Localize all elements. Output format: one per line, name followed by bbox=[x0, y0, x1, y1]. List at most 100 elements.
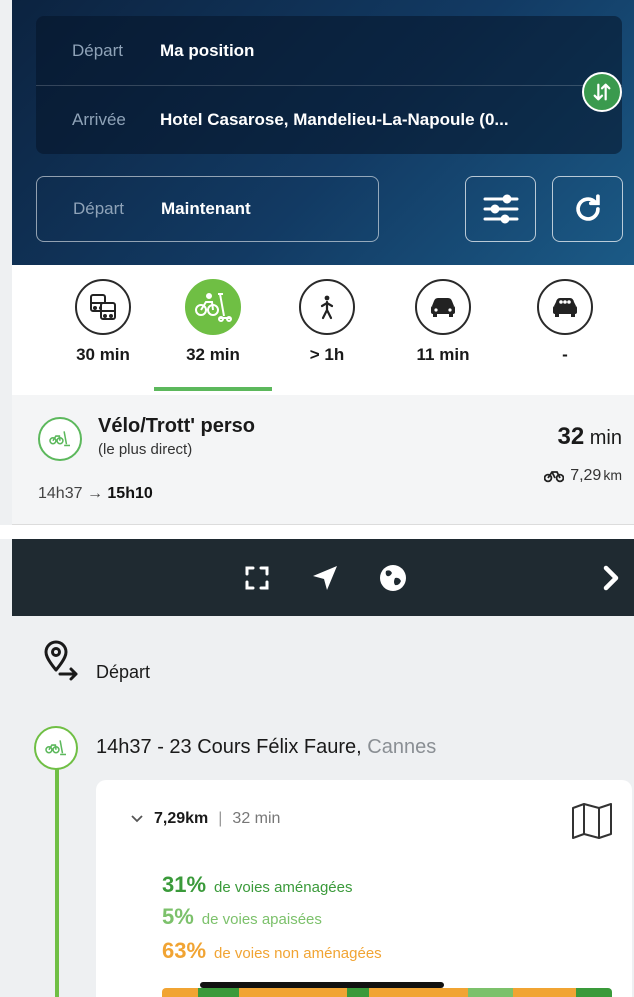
mode-time: > 1h bbox=[309, 345, 345, 364]
search-header: Départ Ma position Arrivée Hotel Casaros… bbox=[12, 0, 634, 265]
bus-train-icon bbox=[90, 294, 116, 320]
arrival-time: 15h10 bbox=[107, 485, 153, 502]
lane-bar-segment bbox=[162, 988, 198, 997]
globe-button[interactable] bbox=[376, 561, 410, 595]
step-address: 23 Cours Félix Faure, bbox=[169, 736, 362, 758]
step-bike-badge bbox=[34, 726, 78, 770]
transport-mode-tabs: 30 min 32 min > 1h 11 min - bbox=[12, 265, 634, 395]
carpool-icon bbox=[553, 298, 577, 317]
mode-circle bbox=[185, 279, 241, 335]
chevron-right-icon bbox=[603, 565, 619, 591]
timeline-line bbox=[55, 744, 59, 997]
arrow: → bbox=[86, 485, 103, 502]
segment-distance-value: 7,29 bbox=[154, 810, 186, 827]
destination-value: Hotel Casarose, Mandelieu-La-Napoule (0.… bbox=[160, 110, 509, 129]
duration-unit: min bbox=[589, 427, 622, 449]
itinerary-title: Vélo/Trott' perso bbox=[98, 415, 256, 437]
destination-label: Arrivée bbox=[72, 110, 126, 129]
mode-circle bbox=[299, 279, 355, 335]
swap-button[interactable] bbox=[582, 72, 622, 112]
departure-time-field[interactable]: Départ Maintenant bbox=[36, 176, 379, 242]
bike-icon bbox=[544, 471, 565, 483]
stat-pct: 31% bbox=[162, 872, 207, 897]
swap-vertical-icon bbox=[593, 83, 611, 101]
stat-label: de voies apaisées bbox=[201, 911, 322, 928]
stat-undeveloped-lanes: 63% de voies non aménagées bbox=[162, 938, 382, 964]
mode-time: 11 min bbox=[416, 345, 470, 364]
departure-time-value: Maintenant bbox=[161, 199, 251, 218]
step-city: Cannes bbox=[367, 736, 437, 758]
walk-icon bbox=[320, 295, 334, 320]
depart-time: 14h37 bbox=[38, 485, 83, 502]
lane-bar-segment bbox=[238, 988, 347, 997]
pin-arrow-icon bbox=[44, 640, 78, 681]
lane-bar-segment bbox=[513, 988, 576, 997]
bike-scooter-icon bbox=[49, 431, 70, 447]
locate-button[interactable] bbox=[308, 561, 342, 595]
distance-value: 7,29 bbox=[570, 467, 602, 484]
map-button[interactable] bbox=[570, 802, 614, 845]
stat-calm-lanes: 5% de voies apaisées bbox=[162, 904, 322, 930]
route-box: Départ Ma position Arrivée Hotel Casaros… bbox=[36, 16, 622, 154]
mode-tab-transit[interactable]: 30 min bbox=[48, 279, 158, 365]
map-icon bbox=[572, 803, 612, 839]
refresh-button[interactable] bbox=[552, 176, 623, 242]
departure-time-label: Départ bbox=[73, 199, 125, 218]
mode-circle bbox=[75, 279, 131, 335]
itinerary-distance: 7,29 km bbox=[544, 467, 622, 485]
refresh-icon bbox=[575, 194, 600, 221]
lane-bar-segment bbox=[468, 988, 513, 997]
itinerary-details: Départ 14h37 - 23 Cours Félix Faure, Can… bbox=[12, 616, 634, 997]
departure-pin bbox=[42, 640, 82, 691]
lane-bar-segment bbox=[198, 988, 239, 997]
segment-distance: 7,29km bbox=[154, 810, 208, 828]
origin-label: Départ bbox=[72, 40, 124, 60]
bike-scooter-icon bbox=[195, 293, 232, 322]
stat-pct: 5% bbox=[162, 904, 194, 929]
stat-label: de voies non aménagées bbox=[214, 945, 382, 962]
next-button[interactable] bbox=[594, 561, 628, 595]
mode-tab-walk[interactable]: > 1h bbox=[272, 279, 382, 365]
active-tab-indicator bbox=[154, 387, 272, 391]
itinerary-summary[interactable]: Vélo/Trott' perso (le plus direct) 14h37… bbox=[12, 395, 634, 525]
segment-duration: 32 min bbox=[232, 810, 281, 827]
segment-distance-unit: km bbox=[185, 810, 209, 827]
lane-bar-segment bbox=[369, 988, 468, 997]
stat-developed-lanes: 31% de voies aménagées bbox=[162, 872, 352, 898]
bike-scooter-badge bbox=[38, 417, 82, 461]
origin-value: Ma position bbox=[160, 40, 255, 60]
mode-time: 30 min bbox=[76, 345, 130, 364]
globe-icon bbox=[380, 565, 406, 591]
step-title: 14h37 - 23 Cours Félix Faure, Cannes bbox=[96, 736, 437, 758]
mode-circle bbox=[415, 279, 471, 335]
departure-label: Départ bbox=[96, 662, 151, 682]
stat-pct: 63% bbox=[162, 938, 207, 963]
segment-card: 7,29km | 32 min 31% de voies aménagées 5… bbox=[96, 780, 632, 997]
mode-time: 32 min bbox=[186, 345, 240, 364]
filter-button[interactable] bbox=[465, 176, 536, 242]
mode-time: - bbox=[562, 345, 568, 364]
lane-bar-segment bbox=[576, 988, 612, 997]
stat-label: de voies aménagées bbox=[214, 879, 353, 896]
duration-value: 32 bbox=[557, 423, 585, 450]
destination-field[interactable]: Arrivée Hotel Casarose, Mandelieu-La-Nap… bbox=[36, 85, 622, 154]
mode-tab-carpool[interactable]: - bbox=[510, 279, 620, 365]
map-toolbar bbox=[12, 539, 634, 616]
mode-circle bbox=[537, 279, 593, 335]
step-time: 14h37 bbox=[96, 736, 152, 758]
sliders-icon bbox=[483, 194, 518, 224]
distance-unit: km bbox=[603, 467, 622, 483]
origin-field[interactable]: Départ Ma position bbox=[36, 16, 622, 85]
itinerary-duration: 32 min bbox=[558, 423, 623, 451]
mode-tab-bike-scooter[interactable]: 32 min bbox=[158, 279, 268, 365]
car-icon bbox=[431, 298, 455, 317]
chevron-down-icon bbox=[130, 811, 144, 827]
itinerary-times: 14h37 → 15h10 bbox=[38, 485, 153, 503]
fullscreen-button[interactable] bbox=[240, 561, 274, 595]
separator bbox=[0, 525, 634, 539]
fullscreen-icon bbox=[245, 566, 269, 590]
mode-tab-car[interactable]: 11 min bbox=[388, 279, 498, 365]
bike-scooter-icon bbox=[45, 740, 66, 756]
lane-bar-segment bbox=[346, 988, 369, 997]
segment-toggle[interactable]: 7,29km | 32 min bbox=[130, 810, 280, 828]
